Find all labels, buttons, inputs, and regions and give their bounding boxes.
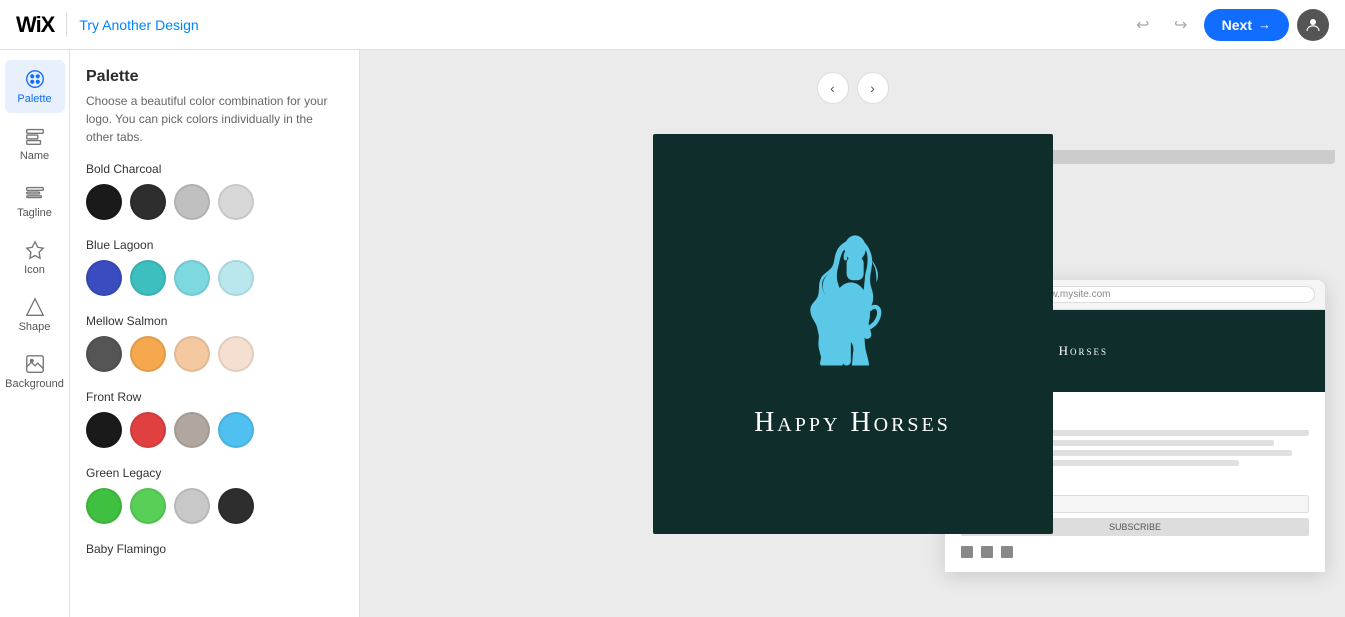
header-divider [66, 13, 67, 37]
browser-subscribe-label: SUBSCRIBE [1109, 522, 1161, 532]
prev-arrow-button[interactable]: ‹ [817, 72, 849, 104]
swatch[interactable] [174, 260, 210, 296]
palette-swatches [86, 488, 343, 524]
name-nav-label: Name [20, 150, 49, 162]
palette-panel: Palette Choose a beautiful color combina… [70, 50, 360, 617]
palette-group-green-legacy: Green Legacy [86, 466, 343, 524]
swatch[interactable] [130, 184, 166, 220]
swatch[interactable] [218, 260, 254, 296]
swatch[interactable] [86, 184, 122, 220]
swatch[interactable] [86, 260, 122, 296]
palette-group-blue-lagoon: Blue Lagoon [86, 238, 343, 296]
shape-nav-label: Shape [19, 321, 51, 333]
next-arrow-icon: → [1258, 17, 1271, 32]
swatch[interactable] [86, 412, 122, 448]
undo-button[interactable]: ↩ [1128, 10, 1158, 40]
swatch[interactable] [86, 488, 122, 524]
swatch[interactable] [174, 412, 210, 448]
palette-group-name: Mellow Salmon [86, 314, 343, 328]
palette-title: Palette [86, 68, 343, 86]
swatch[interactable] [174, 184, 210, 220]
palette-group-bold-charcoal: Bold Charcoal [86, 162, 343, 220]
sidebar-nav: Palette Name Tagline Icon Shape Backgrou… [0, 50, 70, 617]
palette-group-name: Baby Flamingo [86, 542, 343, 556]
palette-nav-label: Palette [17, 93, 51, 105]
palette-group-name: Bold Charcoal [86, 162, 343, 176]
canvas-nav-arrows: ‹ › [817, 72, 889, 104]
palette-header: Palette Choose a beautiful color combina… [70, 50, 359, 154]
browser-social-icons [961, 546, 1309, 558]
sidebar-item-shape[interactable]: Shape [5, 288, 65, 341]
email-icon [1001, 546, 1013, 558]
palette-group-mellow-salmon: Mellow Salmon [86, 314, 343, 372]
twitter-icon [981, 546, 993, 558]
sidebar-item-name[interactable]: Name [5, 117, 65, 170]
palette-swatches [86, 412, 343, 448]
swatch[interactable] [174, 336, 210, 372]
sidebar-item-background[interactable]: Background [5, 345, 65, 398]
sidebar-item-palette[interactable]: Palette [5, 60, 65, 113]
sidebar-item-tagline[interactable]: Tagline [5, 174, 65, 227]
swatch[interactable] [218, 336, 254, 372]
next-arrow-button[interactable]: › [857, 72, 889, 104]
icon-nav-label: Icon [24, 264, 45, 276]
background-nav-label: Background [5, 378, 64, 390]
swatch[interactable] [130, 260, 166, 296]
swatch[interactable] [218, 412, 254, 448]
logo-card: Happy Horses [653, 134, 1053, 534]
app-header: WiX Try Another Design ↩ ↪ Next → [0, 0, 1345, 50]
wix-logo: WiX [16, 12, 54, 38]
swatch[interactable] [174, 488, 210, 524]
palette-group-baby-flamingo: Baby Flamingo [86, 542, 343, 564]
palette-group-name: Blue Lagoon [86, 238, 343, 252]
redo-button[interactable]: ↪ [1166, 10, 1196, 40]
swatch[interactable] [218, 488, 254, 524]
try-another-design-link[interactable]: Try Another Design [79, 17, 198, 33]
logo-horse-icon [783, 229, 923, 389]
palette-swatches [86, 184, 343, 220]
swatch[interactable] [218, 184, 254, 220]
palette-swatches [86, 336, 343, 372]
user-avatar[interactable] [1297, 9, 1329, 41]
header-actions: ↩ ↪ Next → [1128, 9, 1329, 41]
canvas-area: ‹ › [360, 50, 1345, 617]
sidebar-item-icon[interactable]: Icon [5, 231, 65, 284]
palette-description: Choose a beautiful color combination for… [86, 92, 343, 146]
facebook-icon [961, 546, 973, 558]
swatch[interactable] [130, 488, 166, 524]
main-layout: Palette Name Tagline Icon Shape Backgrou… [0, 50, 1345, 617]
tagline-nav-label: Tagline [17, 207, 52, 219]
palette-group-name: Green Legacy [86, 466, 343, 480]
swatch[interactable] [86, 336, 122, 372]
palette-group-name: Front Row [86, 390, 343, 404]
next-label: Next [1222, 17, 1252, 33]
swatch[interactable] [130, 412, 166, 448]
logo-brand-name: Happy Horses [754, 407, 951, 439]
palette-swatches [86, 260, 343, 296]
palette-group-front-row: Front Row [86, 390, 343, 448]
next-button[interactable]: Next → [1204, 9, 1289, 41]
swatch[interactable] [130, 336, 166, 372]
palette-list: Bold Charcoal Blue Lagoon [70, 154, 359, 617]
